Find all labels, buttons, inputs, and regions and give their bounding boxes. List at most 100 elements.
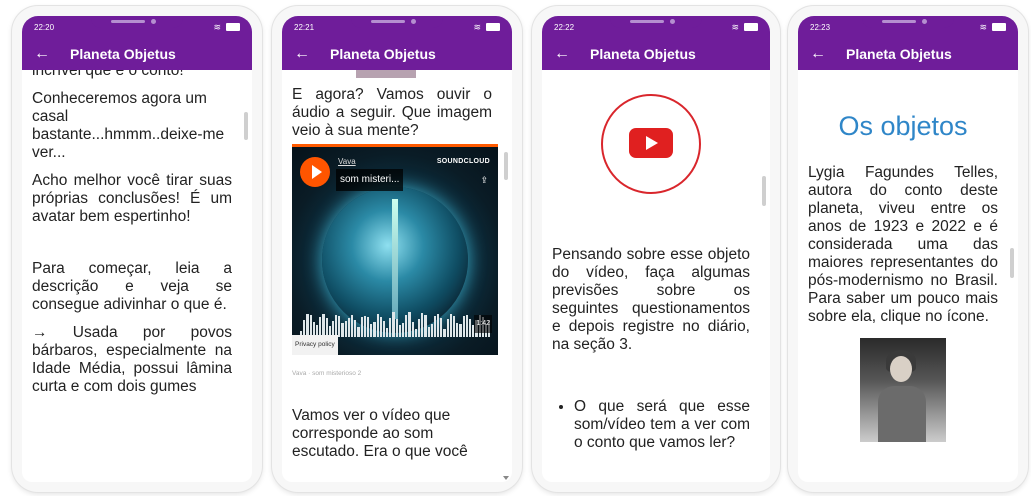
waveform-bar bbox=[366, 317, 370, 337]
waveform-bar bbox=[382, 320, 386, 337]
content-area[interactable]: Os objetos Lygia Fagundes Telles, autora… bbox=[798, 70, 1018, 482]
wifi-icon: ≋ bbox=[473, 21, 481, 32]
waveform-bar bbox=[440, 318, 443, 337]
app-bar: ← Planeta Objetus bbox=[542, 38, 770, 70]
back-arrow-icon[interactable]: ← bbox=[34, 45, 56, 63]
battery-icon bbox=[486, 23, 500, 31]
share-icon[interactable]: ⇪ bbox=[480, 171, 488, 189]
text-paragraph: Lygia Fagundes Telles, autora do conto d… bbox=[808, 164, 998, 325]
waveform-bar bbox=[468, 319, 472, 337]
text-paragraph: Vamos ver o vídeo que corresponde ao som… bbox=[292, 407, 468, 460]
waveform-bar bbox=[417, 318, 421, 337]
waveform-bar bbox=[414, 328, 417, 337]
app-bar: ← Planeta Objetus bbox=[798, 38, 1018, 70]
waveform-bar bbox=[322, 314, 325, 337]
notch bbox=[862, 16, 954, 28]
waveform-bar bbox=[357, 326, 360, 337]
wifi-icon: ≋ bbox=[731, 21, 739, 32]
waveform-bar bbox=[373, 321, 376, 337]
waveform-bar bbox=[430, 323, 433, 337]
waveform-bar bbox=[433, 315, 437, 337]
status-time: 22:23 bbox=[810, 22, 831, 32]
waveform-bar bbox=[344, 321, 347, 337]
waveform-bar bbox=[402, 322, 405, 337]
waveform-bar bbox=[389, 317, 392, 337]
text-paragraph: incrível que é o conto! bbox=[32, 70, 184, 79]
content-area[interactable]: incrível que é o conto! Conheceremos ago… bbox=[22, 70, 252, 482]
battery-icon bbox=[226, 23, 240, 31]
status-bar: 22:22 ≋ bbox=[542, 16, 770, 38]
waveform-bar bbox=[386, 327, 389, 337]
waveform-bar bbox=[341, 322, 344, 337]
waveform-bar bbox=[370, 324, 373, 337]
waveform[interactable] bbox=[300, 311, 491, 337]
scroll-down-arrow-icon[interactable] bbox=[503, 476, 509, 480]
waveform-bar bbox=[363, 316, 366, 337]
phone-screen: 22:21 ≋ ← Planeta Objetus E agora? Vamos… bbox=[282, 16, 512, 482]
author-photo[interactable] bbox=[860, 338, 946, 442]
waveform-bar bbox=[306, 314, 309, 337]
notch bbox=[610, 16, 702, 28]
notch bbox=[351, 16, 443, 28]
wifi-icon: ≋ bbox=[979, 21, 987, 32]
waveform-bar bbox=[338, 316, 341, 337]
phone-frame-2: 22:21 ≋ ← Planeta Objetus E agora? Vamos… bbox=[272, 6, 522, 492]
app-title: Planeta Objetus bbox=[590, 46, 696, 62]
list-item: O que será que esse som/vídeo tem a ver … bbox=[574, 398, 750, 452]
track-title[interactable]: som misteri... bbox=[336, 169, 404, 191]
phone-frame-1: 22:20 ≋ ← Planeta Objetus incrível que é… bbox=[12, 6, 262, 492]
waveform-bar bbox=[449, 314, 452, 337]
soundcloud-logo[interactable]: SOUNDCLOUD bbox=[437, 153, 490, 171]
notch bbox=[91, 16, 183, 28]
back-arrow-icon[interactable]: ← bbox=[810, 45, 832, 63]
waveform-bar bbox=[319, 317, 322, 337]
text-paragraph: Para começar, leia a descrição e veja se… bbox=[32, 260, 232, 313]
app-title: Planeta Objetus bbox=[846, 46, 952, 62]
scrollbar[interactable] bbox=[244, 112, 248, 140]
phone-frame-4: 22:23 ≋ ← Planeta Objetus Os objetos Lyg… bbox=[788, 6, 1028, 492]
phone-screen: 22:20 ≋ ← Planeta Objetus incrível que é… bbox=[22, 16, 252, 482]
text-paragraph: Pensando sobre esse objeto do vídeo, faç… bbox=[552, 246, 750, 353]
privacy-policy-link[interactable]: Privacy policy bbox=[292, 335, 338, 355]
waveform-bar bbox=[398, 325, 401, 337]
waveform-bar bbox=[309, 315, 312, 337]
app-bar: ← Planeta Objetus bbox=[22, 38, 252, 70]
app-title: Planeta Objetus bbox=[70, 46, 176, 62]
youtube-play-icon bbox=[629, 128, 673, 158]
back-arrow-icon[interactable]: ← bbox=[554, 45, 576, 63]
waveform-bar bbox=[360, 316, 363, 337]
player-caption[interactable]: Vava · som misterioso 2 bbox=[292, 365, 492, 383]
status-bar: 22:23 ≋ bbox=[798, 16, 1018, 38]
battery-icon bbox=[744, 23, 758, 31]
waveform-bar bbox=[411, 322, 414, 337]
artwork-sword bbox=[392, 199, 398, 319]
waveform-bar bbox=[459, 324, 462, 337]
partial-image-top bbox=[356, 70, 416, 78]
battery-icon bbox=[992, 23, 1006, 31]
waveform-bar bbox=[351, 315, 354, 337]
youtube-button[interactable] bbox=[601, 94, 701, 194]
waveform-bar bbox=[347, 317, 350, 337]
waveform-bar bbox=[443, 329, 446, 337]
soundcloud-player[interactable]: Vava som misteri... SOUNDCLOUD ⇪ 1:42 Pr… bbox=[292, 144, 498, 355]
waveform-bar bbox=[427, 326, 430, 337]
play-button[interactable] bbox=[300, 157, 330, 187]
back-arrow-icon[interactable]: ← bbox=[294, 45, 316, 63]
waveform-bar bbox=[446, 319, 449, 337]
waveform-bar bbox=[453, 315, 456, 337]
status-time: 22:21 bbox=[294, 22, 315, 32]
waveform-bar bbox=[376, 313, 379, 337]
waveform-bar bbox=[408, 312, 411, 337]
scrollbar[interactable] bbox=[504, 152, 508, 180]
app-bar: ← Planeta Objetus bbox=[282, 38, 512, 70]
content-area[interactable]: E agora? Vamos ouvir o áudio a seguir. Q… bbox=[282, 70, 512, 482]
app-title: Planeta Objetus bbox=[330, 46, 436, 62]
wifi-icon: ≋ bbox=[213, 21, 221, 32]
text-paragraph: Acho melhor você tirar suas próprias con… bbox=[32, 172, 232, 225]
status-time: 22:20 bbox=[34, 22, 55, 32]
phone-frame-3: 22:22 ≋ ← Planeta Objetus Pensando sobre… bbox=[532, 6, 780, 492]
scrollbar[interactable] bbox=[1010, 248, 1014, 278]
phone-screen: 22:22 ≋ ← Planeta Objetus Pensando sobre… bbox=[542, 16, 770, 482]
content-area[interactable]: Pensando sobre esse objeto do vídeo, faç… bbox=[542, 70, 770, 482]
scrollbar[interactable] bbox=[762, 176, 766, 206]
